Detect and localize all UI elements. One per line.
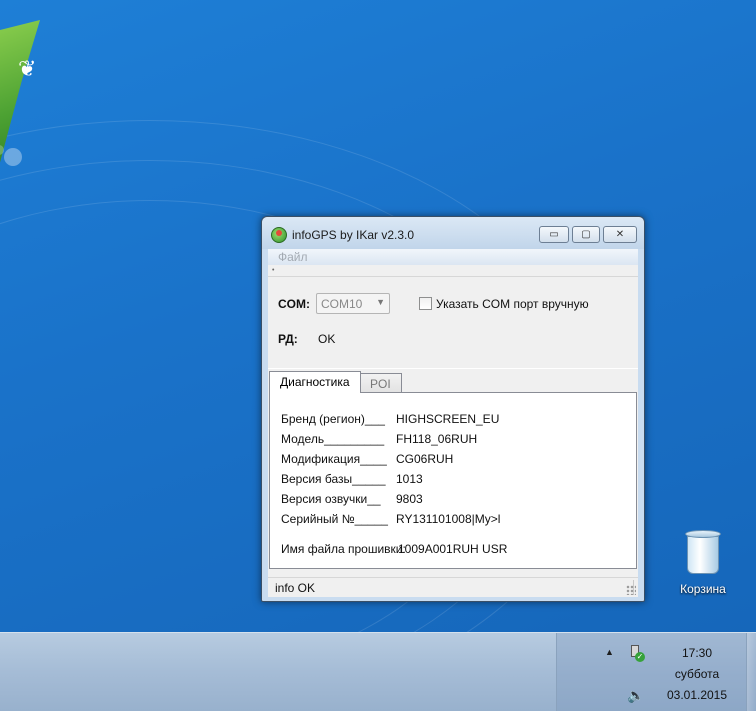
status-text: info OK <box>275 581 316 595</box>
clock-date: 03.01.2015 <box>666 688 728 702</box>
brand-label: Бренд (регион)___ <box>281 412 385 426</box>
resize-grip-icon[interactable] <box>626 585 636 595</box>
window-title: infoGPS by IKar v2.3.0 <box>292 228 415 242</box>
toolbar-strip: • <box>268 265 638 277</box>
rd-label: РД: <box>278 332 298 346</box>
recycle-bin-label: Корзина <box>680 582 726 596</box>
minimize-icon: ▭ <box>549 229 559 240</box>
menu-bar: Файл <box>268 249 638 265</box>
com-label: COM: <box>278 297 310 311</box>
voice-version-value: 9803 <box>396 492 423 506</box>
firmware-file-label: Имя файла прошивки: <box>281 542 406 556</box>
maximize-icon: ▢ <box>581 229 591 240</box>
clock-day: суббота <box>674 667 720 681</box>
section-divider <box>268 368 638 369</box>
com-port-value: COM10 <box>321 297 363 311</box>
clock[interactable]: 17:30 суббота 03.01.2015 <box>657 643 737 706</box>
tab-poi[interactable]: POI <box>359 373 402 393</box>
recycle-bin-icon <box>685 528 721 574</box>
title-bar[interactable]: infoGPS by IKar v2.3.0 ▭ ▢ ✕ <box>262 217 644 249</box>
manual-com-checkbox[interactable] <box>419 297 432 310</box>
diagnostics-panel: Бренд (регион)___ HIGHSCREEN_EU Модель__… <box>269 392 637 569</box>
usb-device-icon[interactable]: ✓ <box>629 645 645 662</box>
show-hidden-icons-icon[interactable]: ▲ <box>605 647 614 657</box>
show-desktop-button[interactable] <box>746 633 756 711</box>
menu-file[interactable]: Файл <box>278 250 308 264</box>
modification-value: CG06RUH <box>396 452 454 466</box>
manual-com-label[interactable]: Указать COM порт вручную <box>436 297 589 311</box>
tab-diagnostics[interactable]: Диагностика <box>269 371 361 393</box>
serial-number-value: RY131101008|My>l <box>396 512 501 526</box>
model-value: FH118_06RUH <box>396 432 478 446</box>
close-button[interactable]: ✕ <box>603 226 637 243</box>
clock-time: 17:30 <box>681 646 713 660</box>
volume-icon[interactable]: 🔈 <box>627 687 644 704</box>
minimize-button[interactable]: ▭ <box>539 226 569 243</box>
client-area: COM: COM10 ▼ Указать COM порт вручную РД… <box>268 277 638 597</box>
infogps-window: infoGPS by IKar v2.3.0 ▭ ▢ ✕ Файл • COM:… <box>261 216 645 602</box>
chevron-down-icon: ▼ <box>376 297 385 307</box>
butterfly-icon: ❦ <box>18 56 37 81</box>
model-label: Модель_________ <box>281 432 385 446</box>
voice-version-label: Версия озвучки__ <box>281 492 381 506</box>
wallpaper-bubble <box>4 148 22 166</box>
serial-number-label: Серийный №_____ <box>281 512 388 526</box>
system-tray: ▲ ✓ 🔈 17:30 суббота 03.01.2015 <box>556 633 756 711</box>
recycle-bin-shortcut[interactable]: Корзина <box>668 528 738 596</box>
modification-label: Модификация____ <box>281 452 387 466</box>
firmware-file-value: 1009A001RUH USR <box>398 542 508 556</box>
app-globe-icon <box>271 227 287 243</box>
rd-value: OK <box>318 332 336 346</box>
taskbar: ▲ ✓ 🔈 17:30 суббота 03.01.2015 <box>0 632 756 711</box>
brand-value: HIGHSCREEN_EU <box>396 412 500 426</box>
toolbar-grip-icon: • <box>272 267 275 274</box>
database-version-label: Версия базы_____ <box>281 472 386 486</box>
close-icon: ✕ <box>615 229 625 240</box>
status-bar: info OK <box>268 577 638 597</box>
maximize-button[interactable]: ▢ <box>572 226 600 243</box>
com-port-select[interactable]: COM10 ▼ <box>316 293 390 314</box>
database-version-value: 1013 <box>396 472 423 486</box>
